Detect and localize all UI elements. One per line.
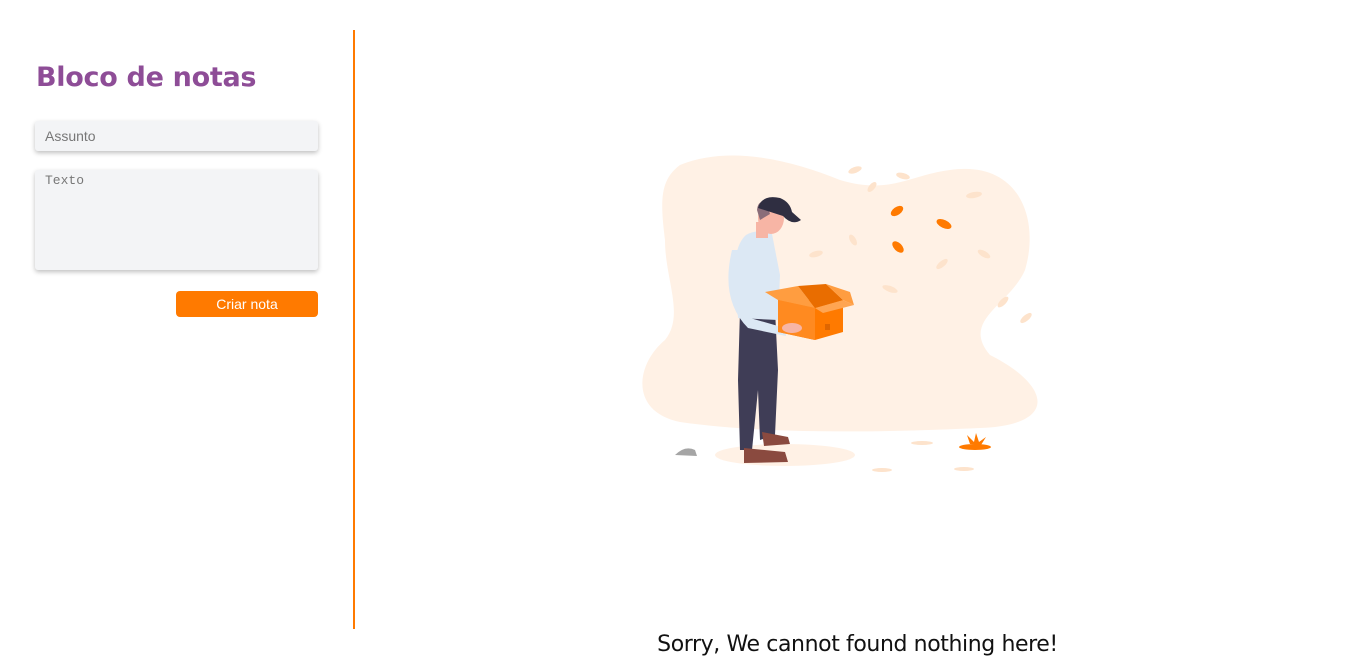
empty-state-message: Sorry, We cannot found nothing here! (657, 632, 1058, 657)
app-title: Bloco de notas (36, 62, 257, 93)
create-note-button[interactable]: Criar nota (176, 291, 318, 317)
note-text-area[interactable] (35, 170, 318, 270)
subject-input[interactable] (35, 121, 318, 151)
open-box (765, 284, 854, 340)
person-holding-empty-box-icon (642, 155, 1038, 472)
sidebar: Bloco de notas Criar nota (0, 0, 354, 664)
sidebar-divider (353, 30, 355, 629)
page: Bloco de notas Criar nota (0, 0, 1360, 664)
